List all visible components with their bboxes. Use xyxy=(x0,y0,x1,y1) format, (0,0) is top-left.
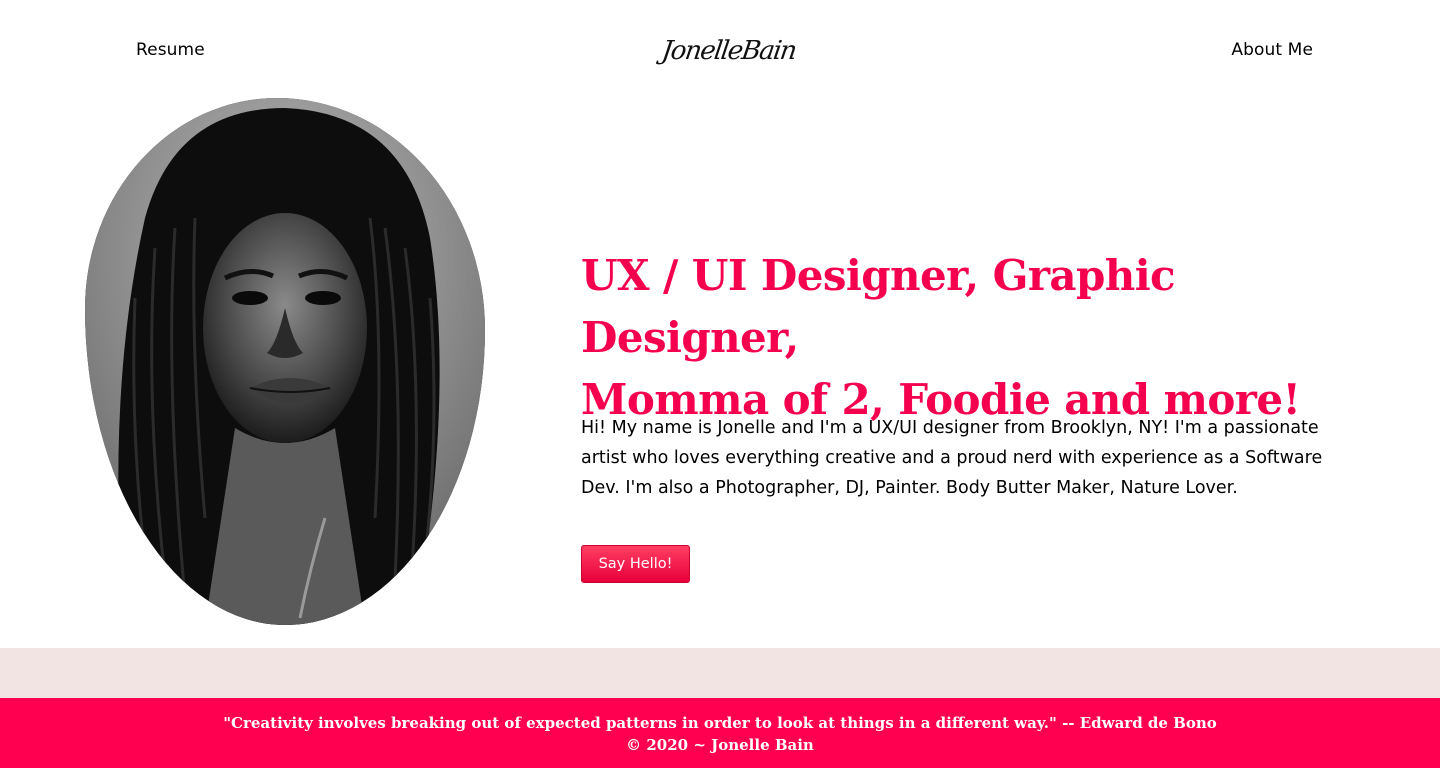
footer-quote: "Creativity involves breaking out of exp… xyxy=(223,714,1217,732)
profile-portrait xyxy=(85,98,485,625)
portrait-illustration xyxy=(85,98,485,625)
logo-signature: JonelleBain xyxy=(659,36,798,66)
divider-band xyxy=(0,648,1440,698)
headline-line-1: UX / UI Designer, Graphic Designer, xyxy=(581,251,1176,362)
hero-headline: UX / UI Designer, Graphic Designer, Momm… xyxy=(581,245,1341,431)
footer-copyright: © 2020 ~ Jonelle Bain xyxy=(626,736,814,754)
hero-intro: Hi! My name is Jonelle and I'm a UX/UI d… xyxy=(581,418,1323,498)
site-footer: "Creativity involves breaking out of exp… xyxy=(0,698,1440,768)
site-logo[interactable]: JonelleBain xyxy=(660,36,798,80)
top-nav: Resume JonelleBain About Me xyxy=(0,0,1440,96)
nav-about-link[interactable]: About Me xyxy=(1231,40,1313,60)
nav-resume-link[interactable]: Resume xyxy=(136,40,205,60)
say-hello-button[interactable]: Say Hello! xyxy=(581,545,690,583)
